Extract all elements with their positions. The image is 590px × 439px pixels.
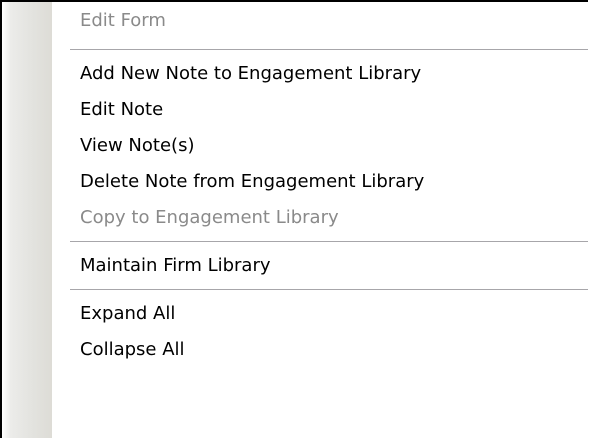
menu-item-expand-all[interactable]: Expand All bbox=[52, 296, 588, 332]
menu-item-maintain-firm-library[interactable]: Maintain Firm Library bbox=[52, 248, 588, 284]
menu-item-view-notes[interactable]: View Note(s) bbox=[52, 128, 588, 164]
menu-separator bbox=[70, 289, 588, 290]
menu-item-edit-form: Edit Form bbox=[80, 10, 166, 31]
menu-separator bbox=[70, 49, 588, 50]
context-menu: Edit Form Add New Note to Engagement Lib… bbox=[0, 0, 588, 438]
menu-item-add-new-note[interactable]: Add New Note to Engagement Library bbox=[52, 56, 588, 92]
menu-icon-gutter bbox=[2, 2, 52, 438]
menu-item-delete-note[interactable]: Delete Note from Engagement Library bbox=[52, 164, 588, 200]
menu-separator bbox=[70, 241, 588, 242]
menu-items: Edit Form Add New Note to Engagement Lib… bbox=[52, 2, 588, 368]
menu-item-collapse-all[interactable]: Collapse All bbox=[52, 332, 588, 368]
menu-item-copy-to-engagement-library: Copy to Engagement Library bbox=[80, 207, 339, 228]
menu-item-edit-note[interactable]: Edit Note bbox=[52, 92, 588, 128]
